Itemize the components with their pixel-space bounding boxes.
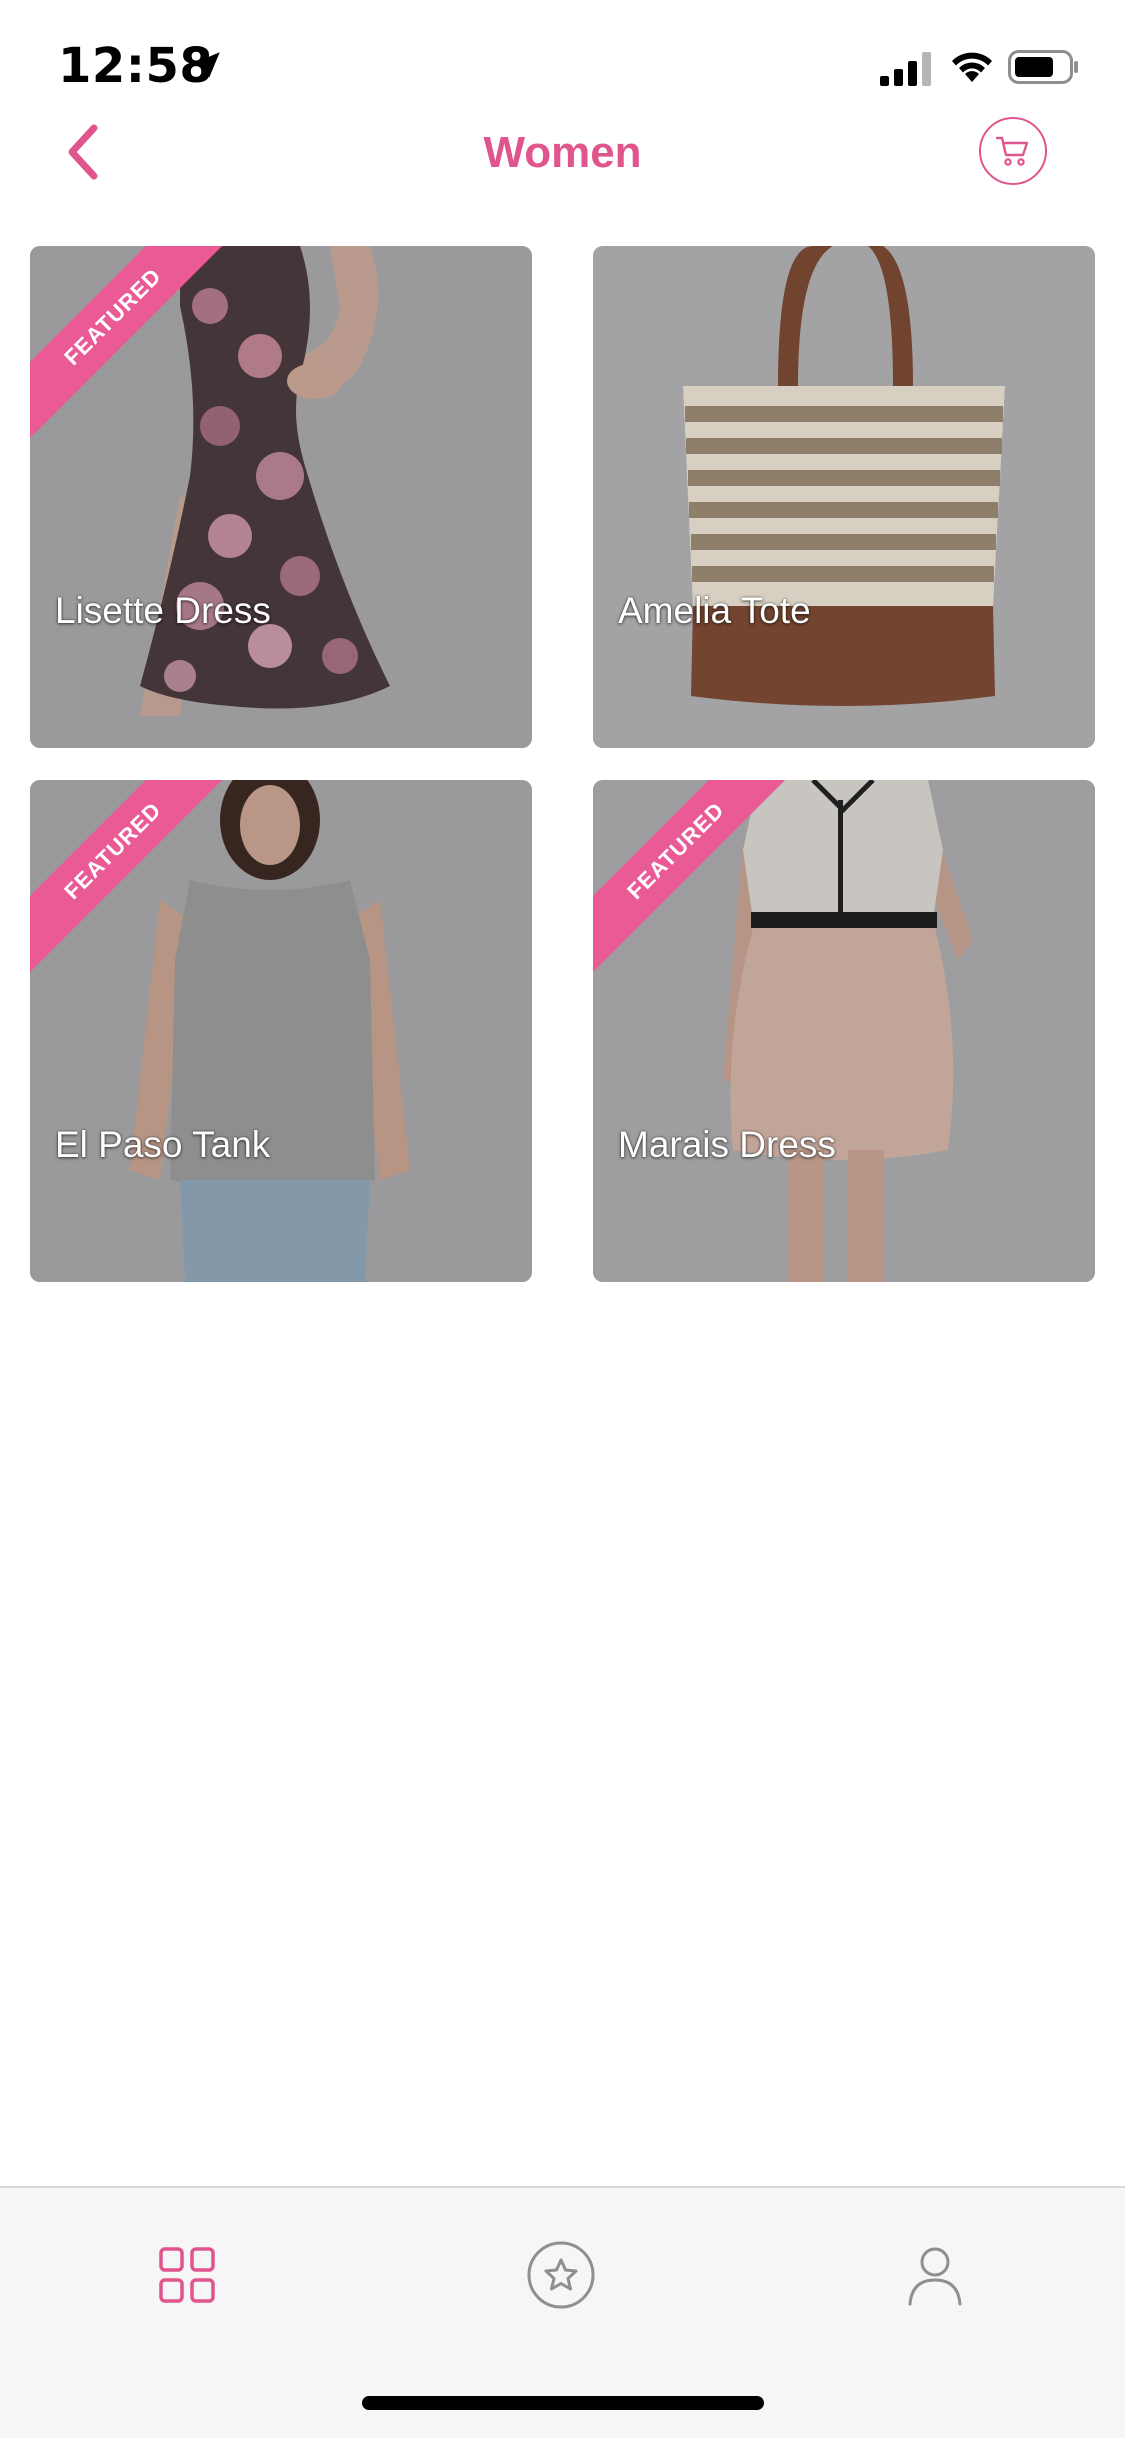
- shopping-cart-icon: [995, 136, 1029, 166]
- product-name: Lisette Dress: [55, 590, 271, 631]
- user-icon: [908, 2247, 962, 2306]
- product-card[interactable]: FEATURED Lisette Dress: [30, 246, 532, 748]
- product-card[interactable]: FEATURED El Paso Tank: [30, 780, 532, 1282]
- tab-favorites[interactable]: [526, 2240, 596, 2310]
- cellular-signal-icon: [880, 52, 931, 86]
- tab-categories[interactable]: [152, 2240, 222, 2310]
- wifi-icon: [952, 52, 992, 82]
- product-name: Amelia Tote: [618, 590, 811, 631]
- page-title: Women: [483, 128, 642, 177]
- location-arrow-icon: [194, 52, 220, 78]
- grid-icon: [159, 2247, 215, 2303]
- product-card[interactable]: FEATURED Marais Dress: [593, 780, 1095, 1282]
- home-indicator[interactable]: [362, 2396, 764, 2410]
- product-name: Marais Dress: [618, 1124, 836, 1165]
- star-icon: [527, 2241, 595, 2309]
- tab-profile[interactable]: [900, 2240, 970, 2310]
- image-overlay: [593, 246, 1095, 748]
- product-name: El Paso Tank: [55, 1124, 271, 1165]
- navigation-header: Women: [0, 100, 1125, 210]
- battery-icon: [1008, 50, 1078, 84]
- product-card[interactable]: Amelia Tote: [593, 246, 1095, 748]
- cart-button[interactable]: [979, 117, 1047, 185]
